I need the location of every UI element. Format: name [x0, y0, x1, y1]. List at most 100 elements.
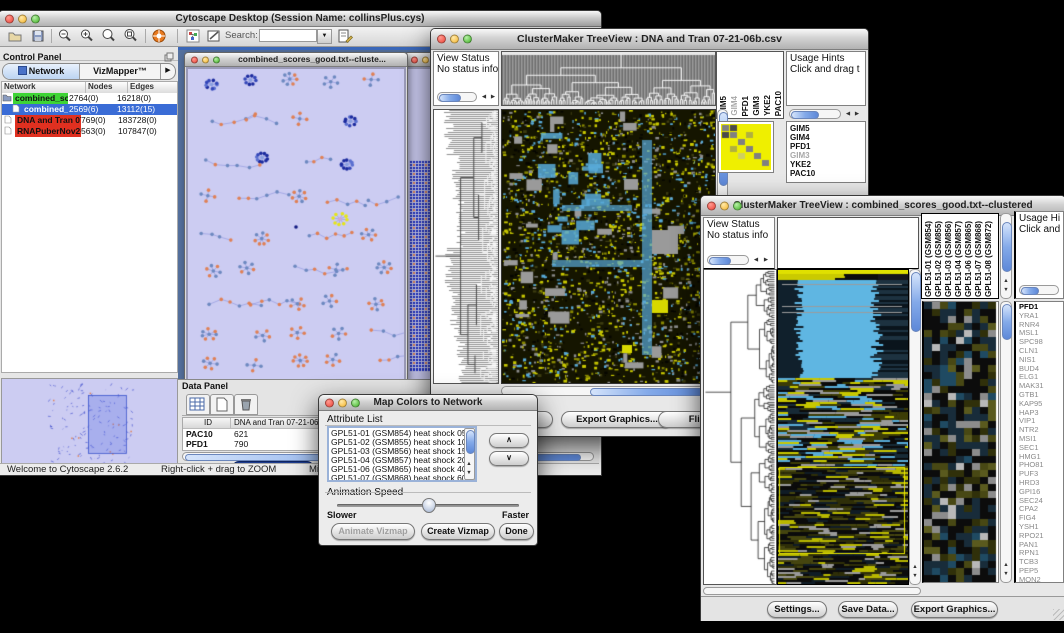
similarity-matrix-canvas[interactable]	[721, 124, 771, 170]
scroll-left-arrow[interactable]: ◀	[480, 94, 488, 101]
treeview-dna-titlebar[interactable]: ClusterMaker TreeView : DNA and Tran 07-…	[431, 29, 868, 50]
zoom-button[interactable]	[213, 56, 220, 63]
scroll-down-arrow[interactable]: ▼	[1002, 287, 1010, 294]
minimize-button[interactable]	[422, 56, 429, 63]
tab-network[interactable]: Network	[3, 64, 80, 79]
network-view-canvas[interactable]	[188, 69, 404, 379]
birdseye-view-canvas[interactable]	[2, 379, 175, 470]
gene-label[interactable]: MON2	[1019, 576, 1063, 583]
global-heatmap-panel[interactable]	[777, 269, 909, 585]
scrollbar-thumb[interactable]	[439, 94, 461, 102]
attribute-list-vscrollbar[interactable]: ▲ ▼	[464, 428, 475, 480]
network-view-icon[interactable]	[185, 28, 201, 44]
done-button[interactable]: Done	[499, 523, 534, 540]
save-data-button[interactable]: Save Data...	[838, 601, 898, 618]
move-down-button[interactable]: ∨	[489, 451, 529, 466]
scroll-right-arrow[interactable]: ▶	[762, 257, 770, 264]
main-titlebar[interactable]: Cytoscape Desktop (Session Name: collins…	[0, 11, 601, 27]
usage-hscrollbar[interactable]	[789, 109, 841, 119]
delete-attribute-icon[interactable]	[234, 394, 258, 415]
search-dropdown-button[interactable]: ▼	[317, 29, 332, 44]
zoom-button[interactable]	[463, 35, 472, 44]
search-input[interactable]	[259, 29, 317, 42]
minimize-button[interactable]	[720, 201, 729, 210]
tab-vizmapper[interactable]: VizMapper™	[80, 64, 161, 79]
move-up-button[interactable]: ∧	[489, 433, 529, 448]
scrollbar-thumb[interactable]	[709, 257, 731, 265]
view-status-hscrollbar[interactable]	[707, 255, 749, 265]
zoom-selected-icon[interactable]	[123, 28, 139, 44]
scrollbar-thumb[interactable]	[466, 430, 475, 454]
scroll-down-arrow[interactable]: ▼	[911, 573, 919, 580]
close-button[interactable]	[437, 35, 446, 44]
export-graphics-button[interactable]: Export Graphics...	[911, 601, 998, 618]
column-labels-vscrollbar[interactable]: ▲ ▼	[1000, 213, 1012, 299]
annotation-icon[interactable]	[206, 28, 222, 44]
network-window-titlebar[interactable]: combined_scores_good.txt--cluste...	[185, 53, 407, 67]
row-dendrogram-canvas[interactable]	[704, 270, 776, 584]
scroll-up-arrow[interactable]: ▲	[1002, 278, 1010, 285]
scroll-up-arrow[interactable]: ▲	[465, 461, 473, 468]
create-vizmap-button[interactable]: Create Vizmap	[421, 523, 495, 540]
zoom-out-icon[interactable]	[57, 28, 73, 44]
network-row-rnapuber[interactable]: RNAPuberNov2+ 563(0) 107847(0)	[2, 126, 177, 137]
column-dendrogram-canvas[interactable]	[502, 52, 715, 105]
gene-label[interactable]: GIM3	[790, 151, 865, 160]
gene-label[interactable]: PFD1	[790, 142, 865, 151]
heatmap-canvas[interactable]	[502, 110, 715, 383]
zoom-in-icon[interactable]	[79, 28, 95, 44]
scroll-down-arrow[interactable]: ▼	[1002, 571, 1010, 578]
animate-vizmap-button[interactable]: Animate Vizmap	[331, 523, 415, 540]
network-row-dna-tran[interactable]: DNA and Tran 07 769(0) 183728(0)	[2, 115, 177, 126]
col-edges[interactable]: Edges	[128, 82, 177, 93]
heatmap-panel[interactable]	[501, 109, 716, 384]
scrollbar-thumb[interactable]	[590, 388, 704, 396]
gene-label[interactable]: GIM4	[790, 133, 865, 142]
row-dendrogram-canvas[interactable]	[434, 110, 498, 383]
zoom-button[interactable]	[733, 201, 742, 210]
scrollbar-thumb[interactable]	[911, 272, 921, 332]
row-dendrogram-panel[interactable]	[433, 109, 499, 384]
usage-hscrollbar[interactable]	[1019, 285, 1059, 295]
zoom-fit-icon[interactable]	[101, 28, 117, 44]
open-file-icon[interactable]	[7, 28, 23, 44]
attribute-browser-icon[interactable]	[337, 28, 353, 44]
zoom-button[interactable]	[31, 14, 40, 23]
scroll-right-arrow[interactable]: ▶	[489, 94, 497, 101]
close-button[interactable]	[191, 56, 198, 63]
close-button[interactable]	[411, 56, 418, 63]
zoom-heatmap-panel[interactable]	[922, 301, 999, 583]
new-attribute-icon[interactable]	[210, 394, 234, 415]
view-status-hscrollbar[interactable]	[437, 92, 477, 102]
column-dendrogram-panel[interactable]	[777, 217, 919, 269]
col-id[interactable]: ID	[183, 418, 231, 428]
scroll-up-arrow[interactable]: ▲	[911, 564, 919, 571]
network-row-combined-sco-selected[interactable]: combined_sco 2569(6) 13112(15)	[2, 104, 177, 115]
gene-label[interactable]: GIM5	[790, 124, 865, 133]
scroll-down-arrow[interactable]: ▼	[465, 470, 473, 477]
scroll-left-arrow[interactable]: ◀	[844, 111, 852, 118]
scroll-right-arrow[interactable]: ▶	[853, 111, 861, 118]
attribute-item[interactable]: GPL51-07 (GSM868) heat shock 60 min	[329, 474, 475, 482]
attribute-select-icon[interactable]	[186, 394, 210, 415]
scrollbar-thumb[interactable]	[1021, 287, 1039, 295]
gene-label[interactable]: YKE2	[790, 160, 865, 169]
scroll-left-arrow[interactable]: ◀	[752, 257, 760, 264]
resize-grip[interactable]	[1053, 609, 1064, 620]
zoom-heatmap-canvas[interactable]	[924, 302, 997, 582]
row-dendrogram-panel[interactable]	[703, 269, 777, 585]
col-network[interactable]: Network	[2, 82, 86, 93]
scrollbar-thumb[interactable]	[1002, 304, 1012, 340]
close-button[interactable]	[325, 398, 334, 407]
export-graphics-button[interactable]: Export Graphics...	[561, 411, 673, 428]
close-button[interactable]	[5, 14, 14, 23]
save-icon[interactable]	[30, 28, 46, 44]
minimize-button[interactable]	[450, 35, 459, 44]
scrollbar-thumb[interactable]	[1002, 222, 1012, 272]
help-lifering-icon[interactable]	[151, 28, 167, 44]
settings-button[interactable]: Settings...	[767, 601, 827, 618]
global-vscrollbar[interactable]: ▲ ▼	[909, 269, 921, 585]
global-heatmap-canvas[interactable]	[778, 270, 908, 584]
scroll-up-arrow[interactable]: ▲	[1002, 562, 1010, 569]
global-hscrollbar[interactable]	[703, 587, 921, 595]
